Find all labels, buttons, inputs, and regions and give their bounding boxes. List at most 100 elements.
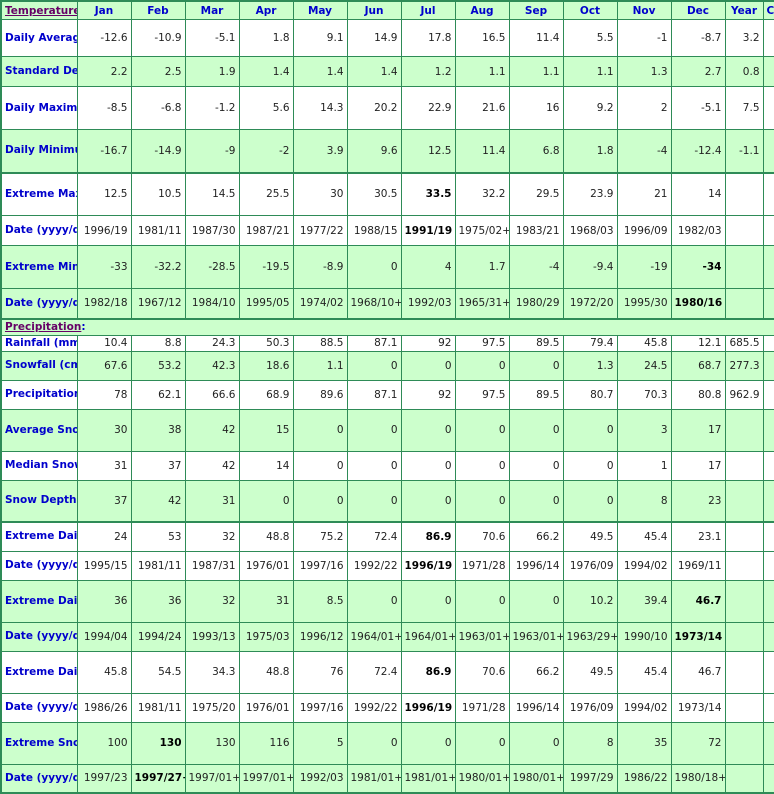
cell-nov: 1 <box>616 450 672 481</box>
cell-mar: 14.5 <box>184 171 240 216</box>
cell-jan: 24 <box>76 521 132 552</box>
temperature-link[interactable]: Temperature <box>5 5 76 17</box>
col-header-jun: Jun <box>346 0 402 20</box>
cell-jan: 30 <box>76 408 132 452</box>
cell-feb: 38 <box>130 408 186 452</box>
cell-code: C <box>762 408 774 452</box>
cell-sep: 1963/01+ <box>508 621 564 652</box>
cell-mar: 31 <box>184 479 240 523</box>
cell-may: 14.3 <box>292 86 348 130</box>
cell-dec: 80.8 <box>670 379 726 410</box>
cell-jun: 1964/01+ <box>346 621 402 652</box>
cell-jul: 1991/19 <box>400 215 456 246</box>
cell-jul: 1992/03 <box>400 288 456 319</box>
cell-jun: 87.1 <box>346 334 402 352</box>
cell-oct: 1976/09 <box>562 692 618 723</box>
cell-aug: 1963/01+ <box>454 621 510 652</box>
row-label: Date (yyyy/dd) <box>0 288 78 319</box>
cell-aug: 1965/31+ <box>454 288 510 319</box>
row-label: Date (yyyy/dd) <box>0 692 78 723</box>
cell-sep: 1980/01+ <box>508 763 564 794</box>
cell-apr: -19.5 <box>238 245 294 289</box>
cell-jan: 1997/23 <box>76 763 132 794</box>
cell-sep: 1996/14 <box>508 550 564 581</box>
cell-feb: 1967/12 <box>130 288 186 319</box>
cell-jul: 1996/19 <box>400 692 456 723</box>
cell-jan: 78 <box>76 379 132 410</box>
row-label: Date (yyyy/dd) <box>0 621 78 652</box>
cell-feb: 62.1 <box>130 379 186 410</box>
cell-aug: 1971/28 <box>454 692 510 723</box>
cell-oct: 49.5 <box>562 650 618 694</box>
cell-apr: 1987/21 <box>238 215 294 246</box>
row-label: Average Snow Depth (cm) <box>0 408 78 452</box>
cell-nov: 45.4 <box>616 521 672 552</box>
cell-jul: 86.9 <box>400 521 456 552</box>
cell-apr: 68.9 <box>238 379 294 410</box>
cell-apr: 1975/03 <box>238 621 294 652</box>
cell-jan: 1995/15 <box>76 550 132 581</box>
cell-dec: 17 <box>670 408 726 452</box>
cell-jun: 72.4 <box>346 650 402 694</box>
cell-aug: 21.6 <box>454 86 510 130</box>
cell-code: A <box>762 129 774 173</box>
cell-jun: 1981/01+ <box>346 763 402 794</box>
row-label: Daily Average (°C) <box>0 19 78 57</box>
cell-nov: 3 <box>616 408 672 452</box>
row-label: Snow Depth at Month-end (cm) <box>0 479 78 523</box>
row-label: Daily Maximum (°C) <box>0 86 78 130</box>
cell-mar: 1997/01+ <box>184 763 240 794</box>
cell-may: 0 <box>292 408 348 452</box>
cell-feb: 1981/11 <box>130 692 186 723</box>
cell-mar: 1987/31 <box>184 550 240 581</box>
cell-aug: 70.6 <box>454 650 510 694</box>
cell-year: 0.8 <box>724 56 764 87</box>
cell-nov: 8 <box>616 479 672 523</box>
cell-dec: 1980/18+ <box>670 763 726 794</box>
cell-feb: 1994/24 <box>130 621 186 652</box>
cell-may: 9.1 <box>292 19 348 57</box>
cell-nov: -4 <box>616 129 672 173</box>
cell-mar: 24.3 <box>184 334 240 352</box>
cell-year <box>724 245 764 289</box>
cell-jun: 1992/22 <box>346 550 402 581</box>
cell-code: C <box>762 479 774 523</box>
cell-year <box>724 288 764 319</box>
cell-oct: 23.9 <box>562 171 618 216</box>
cell-jul: 0 <box>400 350 456 381</box>
cell-mar: 42.3 <box>184 350 240 381</box>
cell-jan: 37 <box>76 479 132 523</box>
row-label: Extreme Snow Depth (cm) <box>0 721 78 765</box>
cell-jul: 1.2 <box>400 56 456 87</box>
cell-dec: 1980/16 <box>670 288 726 319</box>
cell-jan: -33 <box>76 245 132 289</box>
cell-feb: 54.5 <box>130 650 186 694</box>
row-label: Rainfall (mm) <box>0 334 78 352</box>
cell-apr: 25.5 <box>238 171 294 216</box>
cell-may: 1997/16 <box>292 692 348 723</box>
cell-dec: 12.1 <box>670 334 726 352</box>
cell-oct: -9.4 <box>562 245 618 289</box>
precipitation-link[interactable]: Precipitation <box>5 321 81 333</box>
cell-jun: 0 <box>346 721 402 765</box>
col-header-dec: Dec <box>670 0 726 20</box>
row-label: Date (yyyy/dd) <box>0 215 78 246</box>
cell-oct: 8 <box>562 721 618 765</box>
cell-jan: 1996/19 <box>76 215 132 246</box>
cell-year <box>724 721 764 765</box>
cell-sep: 1983/21 <box>508 215 564 246</box>
cell-code <box>762 521 774 552</box>
row-label: Daily Minimum (°C) <box>0 129 78 173</box>
cell-year: 277.3 <box>724 350 764 381</box>
cell-sep: 1980/29 <box>508 288 564 319</box>
cell-feb: 37 <box>130 450 186 481</box>
cell-nov: 1.3 <box>616 56 672 87</box>
cell-jul: 0 <box>400 450 456 481</box>
row-label: Extreme Maximum (°C) <box>0 171 78 216</box>
cell-aug: 0 <box>454 479 510 523</box>
cell-dec: 1973/14 <box>670 692 726 723</box>
cell-year <box>724 479 764 523</box>
cell-jun: 1.4 <box>346 56 402 87</box>
cell-apr: 1976/01 <box>238 692 294 723</box>
cell-nov: 1990/10 <box>616 621 672 652</box>
